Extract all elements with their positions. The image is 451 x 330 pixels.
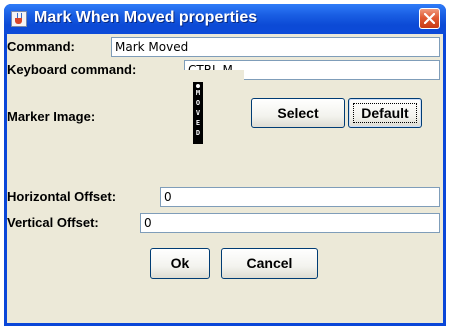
ok-button[interactable]: Ok bbox=[150, 248, 210, 279]
select-button[interactable]: Select bbox=[251, 98, 345, 128]
window-title: Mark When Moved properties bbox=[34, 9, 258, 26]
horizontal-offset-label: Horizontal Offset: bbox=[7, 189, 117, 204]
marker-image-preview bbox=[140, 70, 244, 156]
moved-marker-image: M O V E D bbox=[193, 82, 203, 144]
close-icon bbox=[424, 13, 435, 24]
dialog-content: Command: Mark Moved Keyboard command: CT… bbox=[7, 34, 443, 323]
default-button-label: Default bbox=[361, 105, 409, 121]
select-button-label: Select bbox=[277, 105, 319, 121]
keyboard-command-label: Keyboard command: bbox=[7, 62, 137, 77]
dialog-window: Mark When Moved properties Command: Mark… bbox=[4, 4, 446, 326]
vertical-offset-field[interactable]: 0 bbox=[140, 213, 440, 233]
java-app-icon bbox=[11, 11, 27, 27]
cancel-button-label: Cancel bbox=[246, 255, 293, 271]
command-label: Command: bbox=[7, 39, 75, 54]
ok-button-label: Ok bbox=[170, 255, 190, 271]
default-button[interactable]: Default bbox=[348, 98, 422, 128]
horizontal-offset-field[interactable]: 0 bbox=[160, 187, 440, 207]
vertical-offset-label: Vertical Offset: bbox=[7, 215, 99, 230]
command-field[interactable]: Mark Moved bbox=[111, 37, 440, 57]
title-bar[interactable]: Mark When Moved properties bbox=[4, 4, 446, 34]
marker-image-label: Marker Image: bbox=[7, 109, 96, 124]
marker-hole-icon bbox=[196, 84, 200, 88]
close-button[interactable] bbox=[419, 8, 440, 29]
cancel-button[interactable]: Cancel bbox=[221, 248, 318, 279]
